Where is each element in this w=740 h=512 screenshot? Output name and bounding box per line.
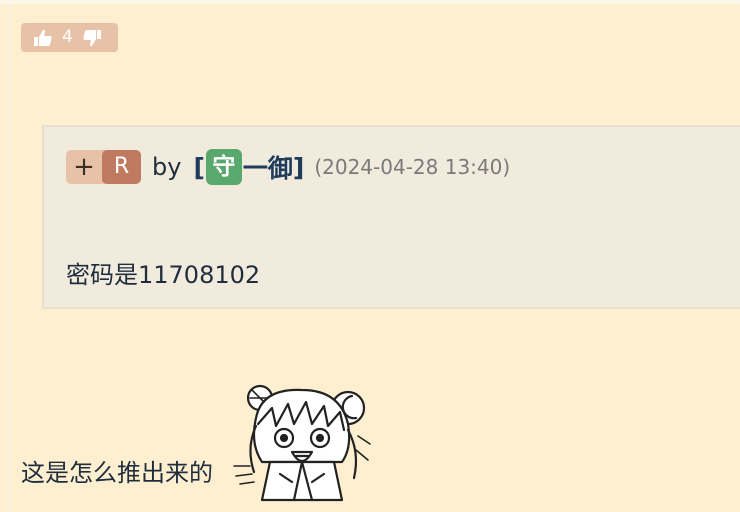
reply-text: 这是怎么推出来的 bbox=[21, 459, 213, 487]
quote-header: + R by [ 守 一御 ] (2024-04-28 13:40) bbox=[66, 149, 510, 185]
quote-tag[interactable]: + R bbox=[66, 150, 141, 184]
vote-count: 4 bbox=[62, 27, 73, 47]
quote-plus-button[interactable]: + bbox=[66, 150, 102, 184]
anime-girl-sticker bbox=[233, 384, 371, 502]
quote-by-label: by bbox=[152, 153, 182, 181]
reply-r-badge[interactable]: R bbox=[102, 150, 141, 184]
post-page: 4 + R by [ 守 一御 ] (2024-04-28 13:40) 密码是… bbox=[0, 0, 740, 512]
author-name[interactable]: 一御 bbox=[243, 149, 293, 185]
quote-timestamp: (2024-04-28 13:40) bbox=[314, 155, 511, 179]
thumbs-down-icon[interactable] bbox=[81, 27, 103, 49]
thumbs-up-icon[interactable] bbox=[32, 27, 54, 49]
quote-author-link[interactable]: [ 守 一御 ] bbox=[193, 149, 304, 185]
author-badge: 守 bbox=[205, 149, 242, 185]
top-divider bbox=[0, 0, 740, 4]
left-rail bbox=[8, 4, 10, 512]
author-close-bracket: ] bbox=[292, 152, 305, 182]
quote-block: + R by [ 守 一御 ] (2024-04-28 13:40) 密码是11… bbox=[42, 125, 740, 309]
author-open-bracket: [ bbox=[193, 152, 205, 182]
vote-bar: 4 bbox=[21, 23, 118, 52]
quote-body-text: 密码是11708102 bbox=[66, 261, 261, 289]
